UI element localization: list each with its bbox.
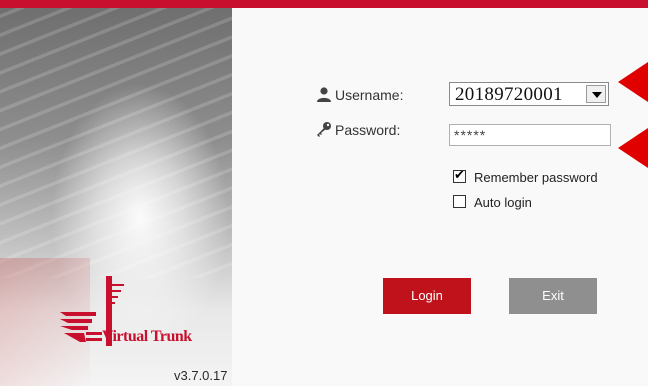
password-value[interactable]: ***** — [454, 127, 486, 143]
username-label: Username: — [335, 87, 404, 103]
version-label: v3.7.0.17 — [174, 368, 228, 383]
auto-login-label[interactable]: Auto login — [474, 195, 532, 210]
key-icon — [317, 122, 331, 137]
annotation-arrow — [618, 128, 648, 168]
chevron-down-icon — [592, 92, 602, 98]
window-top-bar — [0, 0, 648, 8]
login-panel — [232, 8, 648, 386]
exit-button[interactable]: Exit — [509, 278, 597, 314]
username-combobox[interactable]: 20189720001 — [449, 82, 609, 106]
remember-password-checkbox[interactable]: ✔ — [453, 167, 466, 183]
remember-password-label[interactable]: Remember password — [474, 170, 598, 185]
checkmark-icon: ✔ — [454, 167, 465, 182]
logo-text: Virtual Trunk — [102, 328, 192, 345]
auto-login-checkbox[interactable] — [453, 195, 466, 208]
password-label: Password: — [335, 122, 401, 138]
password-field[interactable]: ***** — [449, 124, 611, 146]
username-value[interactable]: 20189720001 — [455, 84, 563, 106]
decorative-stripes — [0, 8, 232, 278]
user-icon — [317, 87, 331, 102]
username-dropdown-button[interactable] — [586, 85, 606, 103]
login-button[interactable]: Login — [383, 278, 471, 314]
annotation-arrow — [618, 62, 648, 102]
